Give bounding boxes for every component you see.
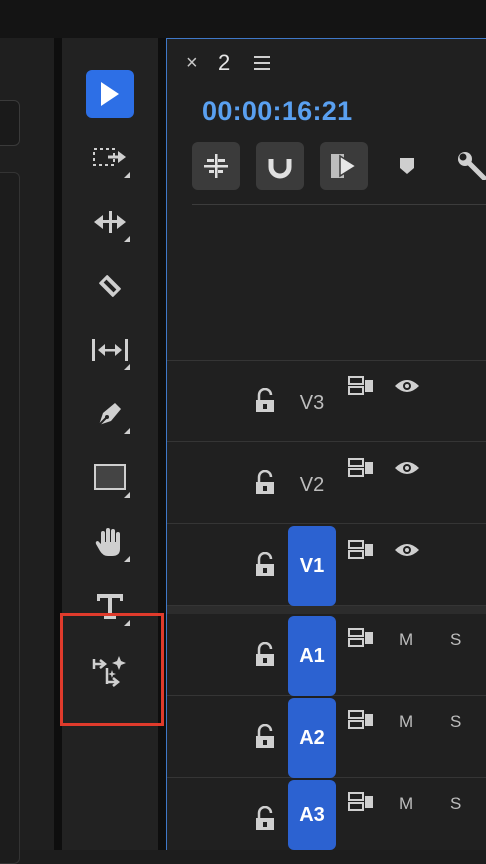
tool-group-indicator	[124, 364, 130, 370]
mute-track-button[interactable]: M	[399, 630, 413, 650]
close-tab-button[interactable]: ×	[186, 52, 198, 75]
sync-lock-button[interactable]	[348, 458, 374, 483]
toggle-track-output-button[interactable]	[394, 376, 420, 401]
wrench-icon	[458, 152, 486, 181]
rectangle-icon	[94, 464, 126, 490]
mute-track-button[interactable]: M	[399, 712, 413, 732]
unlock-icon	[256, 551, 274, 576]
tool-group-indicator	[124, 492, 130, 498]
unlock-icon	[256, 723, 274, 748]
lock-track-button[interactable]	[254, 551, 276, 583]
track-target-a2[interactable]: A2	[288, 698, 336, 778]
track-target-v1[interactable]: V1	[288, 526, 336, 606]
track-output-icon	[348, 376, 373, 395]
track-output-icon	[348, 540, 373, 559]
razor-blade-icon	[99, 275, 121, 297]
unlock-icon	[256, 641, 274, 666]
lock-track-button[interactable]	[254, 805, 276, 837]
track-select-forward-tool[interactable]	[86, 134, 134, 182]
sequence-tab-name[interactable]: 2	[218, 50, 230, 76]
marker-icon	[400, 158, 414, 174]
unlock-icon	[256, 469, 274, 494]
left-panel-content	[0, 172, 20, 864]
hand-icon	[95, 528, 120, 556]
solo-track-button[interactable]: S	[450, 630, 461, 650]
panel-menu-icon[interactable]	[254, 56, 270, 74]
tool-group-indicator	[124, 556, 130, 562]
track-label-v2[interactable]: V2	[288, 464, 336, 506]
sync-lock-button[interactable]	[348, 792, 374, 817]
eye-icon	[395, 462, 419, 474]
pen-icon	[98, 403, 121, 426]
sync-lock-button[interactable]	[348, 540, 374, 565]
track-output-icon	[348, 792, 373, 811]
left-panel-field[interactable]	[0, 100, 20, 146]
unlock-icon	[256, 387, 274, 412]
slip-tool[interactable]	[86, 326, 134, 374]
razor-tool[interactable]	[86, 262, 134, 310]
panel-gutter[interactable]	[54, 38, 62, 850]
toggle-track-output-button[interactable]	[394, 458, 420, 483]
arrow-pointer-icon	[101, 82, 119, 106]
lock-track-button[interactable]	[254, 723, 276, 755]
lock-track-button[interactable]	[254, 641, 276, 673]
tool-group-indicator	[124, 236, 130, 242]
hand-tool[interactable]	[86, 518, 134, 566]
track-output-icon	[348, 628, 373, 647]
pen-tool[interactable]	[86, 390, 134, 438]
slip-icon	[92, 339, 128, 361]
toggle-track-output-button[interactable]	[394, 540, 420, 565]
nest-icon	[204, 154, 228, 178]
ripple-edit-icon	[94, 211, 126, 233]
track-output-icon	[348, 458, 373, 477]
sync-lock-button[interactable]	[348, 710, 374, 735]
selection-tool[interactable]	[86, 70, 134, 118]
lock-track-button[interactable]	[254, 387, 276, 419]
ripple-edit-tool[interactable]	[86, 198, 134, 246]
magnet-icon	[268, 155, 292, 179]
track-target-a1[interactable]: A1	[288, 616, 336, 696]
solo-track-button[interactable]: S	[450, 712, 461, 732]
track-select-icon	[93, 148, 126, 166]
sync-lock-button[interactable]	[348, 628, 374, 653]
snap-button[interactable]	[256, 142, 304, 190]
track-target-a3[interactable]: A3	[288, 780, 336, 850]
eye-icon	[395, 544, 419, 556]
left-panel	[0, 38, 54, 864]
eye-icon	[395, 380, 419, 392]
timeline-settings-button[interactable]	[456, 150, 486, 185]
linked-selection-icon	[331, 154, 358, 178]
video-audio-divider[interactable]	[167, 606, 486, 614]
lock-track-button[interactable]	[254, 469, 276, 501]
tool-group-indicator	[124, 428, 130, 434]
sync-lock-button[interactable]	[348, 376, 374, 401]
playhead-timecode[interactable]: 00:00:16:21	[202, 96, 352, 127]
track-label-v3[interactable]: V3	[288, 382, 336, 424]
mute-track-button[interactable]: M	[399, 794, 413, 814]
remix-tool-highlight	[60, 613, 164, 726]
header-separator	[192, 204, 486, 205]
solo-track-button[interactable]: S	[450, 794, 461, 814]
rectangle-tool[interactable]	[86, 454, 134, 502]
panel-gutter[interactable]	[158, 38, 166, 850]
top-bar	[0, 0, 486, 38]
unlock-icon	[256, 805, 274, 830]
add-marker-button[interactable]	[398, 156, 416, 181]
insert-sequence-button[interactable]	[192, 142, 240, 190]
track-output-icon	[348, 710, 373, 729]
linked-selection-button[interactable]	[320, 142, 368, 190]
tool-group-indicator	[124, 172, 130, 178]
